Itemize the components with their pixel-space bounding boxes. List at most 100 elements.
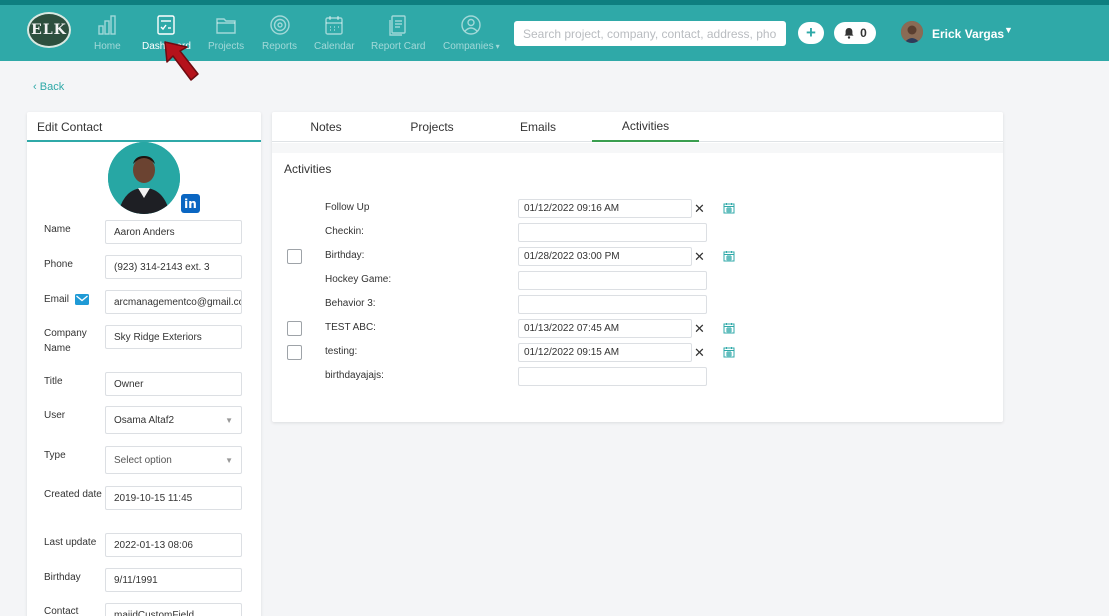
user-menu-chevron-icon[interactable]: ▼ [1004,25,1013,35]
user-name[interactable]: Erick Vargas [932,27,1004,41]
dashboard-icon [157,15,176,35]
contact-label: Contact [44,606,79,616]
notifications-button[interactable]: 0 [834,22,876,44]
calendar-icon[interactable] [723,346,735,358]
name-field[interactable]: Aaron Anders [105,220,242,244]
user-circle-icon [461,15,481,35]
activity-label: Behavior 3: [325,298,376,309]
calendar-icon [325,16,343,35]
type-select-value: Select option [114,454,172,466]
nav-projects-label: Projects [208,41,245,52]
activity-date-input[interactable] [518,295,707,314]
email-field[interactable]: arcmanagementco@gmail.com [105,290,242,314]
linkedin-icon[interactable]: in [181,194,200,213]
calendar-icon[interactable] [723,322,735,334]
activity-label: birthdayajajs: [325,370,384,381]
activity-checkbox[interactable] [287,249,302,264]
activity-row: testing: 01/12/2022 09:15 AM ✕ [272,343,1003,363]
phone-field[interactable]: (923) 314-2143 ext. 3 [105,255,242,279]
mouse-cursor-icon [164,41,199,81]
nav-reports[interactable]: Reports [262,14,297,58]
person-silhouette-icon [901,21,923,43]
tab-projects[interactable]: Projects [386,112,478,142]
activity-date-input[interactable]: 01/12/2022 09:15 AM [518,343,692,362]
activity-row: Follow Up 01/12/2022 09:16 AM ✕ [272,199,1003,219]
created-date-label: Created date [44,489,102,500]
bar-chart-icon [98,15,117,35]
nav-home[interactable]: Home [94,14,121,58]
nav-companies-label: Companies ▾ [443,41,500,52]
edit-contact-panel: Edit Contact in Name Aaron Anders Phone … [27,112,261,616]
activity-row: Birthday: 01/28/2022 03:00 PM ✕ [272,247,1003,267]
user-select[interactable]: Osama Altaf2 ▼ [105,406,242,434]
activity-row: TEST ABC: 01/13/2022 07:45 AM ✕ [272,319,1003,339]
nav-calendar[interactable]: Calendar [314,14,355,58]
birthday-label: Birthday [44,572,81,583]
activity-date-input[interactable]: 01/13/2022 07:45 AM [518,319,692,338]
folder-icon [216,18,236,34]
tab-activities[interactable]: Activities [592,112,699,142]
activity-label: Birthday: [325,250,365,261]
clear-icon[interactable]: ✕ [694,249,705,265]
activity-date-input[interactable] [518,271,707,290]
nav-report-card-label: Report Card [371,41,426,52]
activity-checkbox[interactable] [287,345,302,360]
company-name-label: Company Name [44,328,87,354]
tab-emails[interactable]: Emails [492,112,584,142]
activity-row: Hockey Game: [272,271,1003,291]
calendar-icon[interactable] [723,250,735,262]
search-input[interactable] [514,21,786,46]
title-field[interactable]: Owner [105,372,242,396]
nav-companies[interactable]: Companies ▾ [443,14,500,58]
clear-icon[interactable]: ✕ [694,321,705,337]
last-update-field: 2022-01-13 08:06 [105,533,242,557]
activity-date-input[interactable]: 01/12/2022 09:16 AM [518,199,692,218]
activity-label: Follow Up [325,202,370,213]
chevron-down-icon: ▾ [495,42,500,51]
back-label: Back [39,81,65,93]
type-label: Type [44,450,66,461]
report-card-icon [389,15,406,36]
company-name-field[interactable]: Sky Ridge Exteriors [105,325,242,349]
contact-photo[interactable] [108,142,180,214]
activity-label: testing: [325,346,358,357]
tab-bar: Notes Projects Emails Activities [272,112,1003,142]
activity-row: Behavior 3: [272,295,1003,315]
chevron-left-icon: ‹ [33,81,40,93]
user-select-value: Osama Altaf2 [114,414,175,426]
company-logo[interactable]: ELK [27,12,71,48]
target-icon [269,15,290,35]
notification-count: 0 [860,26,867,40]
title-label: Title [44,376,63,387]
created-date-field: 2019-10-15 11:45 [105,486,242,510]
activity-date-input[interactable]: 01/28/2022 03:00 PM [518,247,692,266]
activity-date-input[interactable] [518,367,707,386]
tab-separator [272,143,1003,153]
nav-projects[interactable]: Projects [208,14,244,58]
contact-custom-field[interactable]: majidCustomField [105,603,242,616]
clear-icon[interactable]: ✕ [694,201,705,217]
last-update-label: Last update [44,537,97,548]
chevron-down-icon: ▼ [225,455,233,465]
person-photo-icon [108,142,180,214]
name-label: Name [44,224,71,235]
mail-icon[interactable] [75,294,89,305]
nav-reports-label: Reports [262,41,298,52]
bell-icon [844,28,854,39]
user-avatar[interactable] [901,21,923,43]
clear-icon[interactable]: ✕ [694,345,705,361]
activity-checkbox[interactable] [287,321,302,336]
tab-notes[interactable]: Notes [280,112,372,142]
back-link[interactable]: ‹ Back [33,81,64,93]
nav-report-card[interactable]: Report Card [371,14,425,58]
birthday-field[interactable]: 9/11/1991 [105,568,242,592]
type-select[interactable]: Select option ▼ [105,446,242,474]
user-label: User [44,410,66,421]
add-button[interactable]: + [798,22,824,44]
nav-home-label: Home [94,41,121,52]
nav-calendar-label: Calendar [314,41,355,52]
activity-date-input[interactable] [518,223,707,242]
calendar-icon[interactable] [723,202,735,214]
logo-text: ELK [31,22,67,38]
top-strip [0,0,1109,5]
